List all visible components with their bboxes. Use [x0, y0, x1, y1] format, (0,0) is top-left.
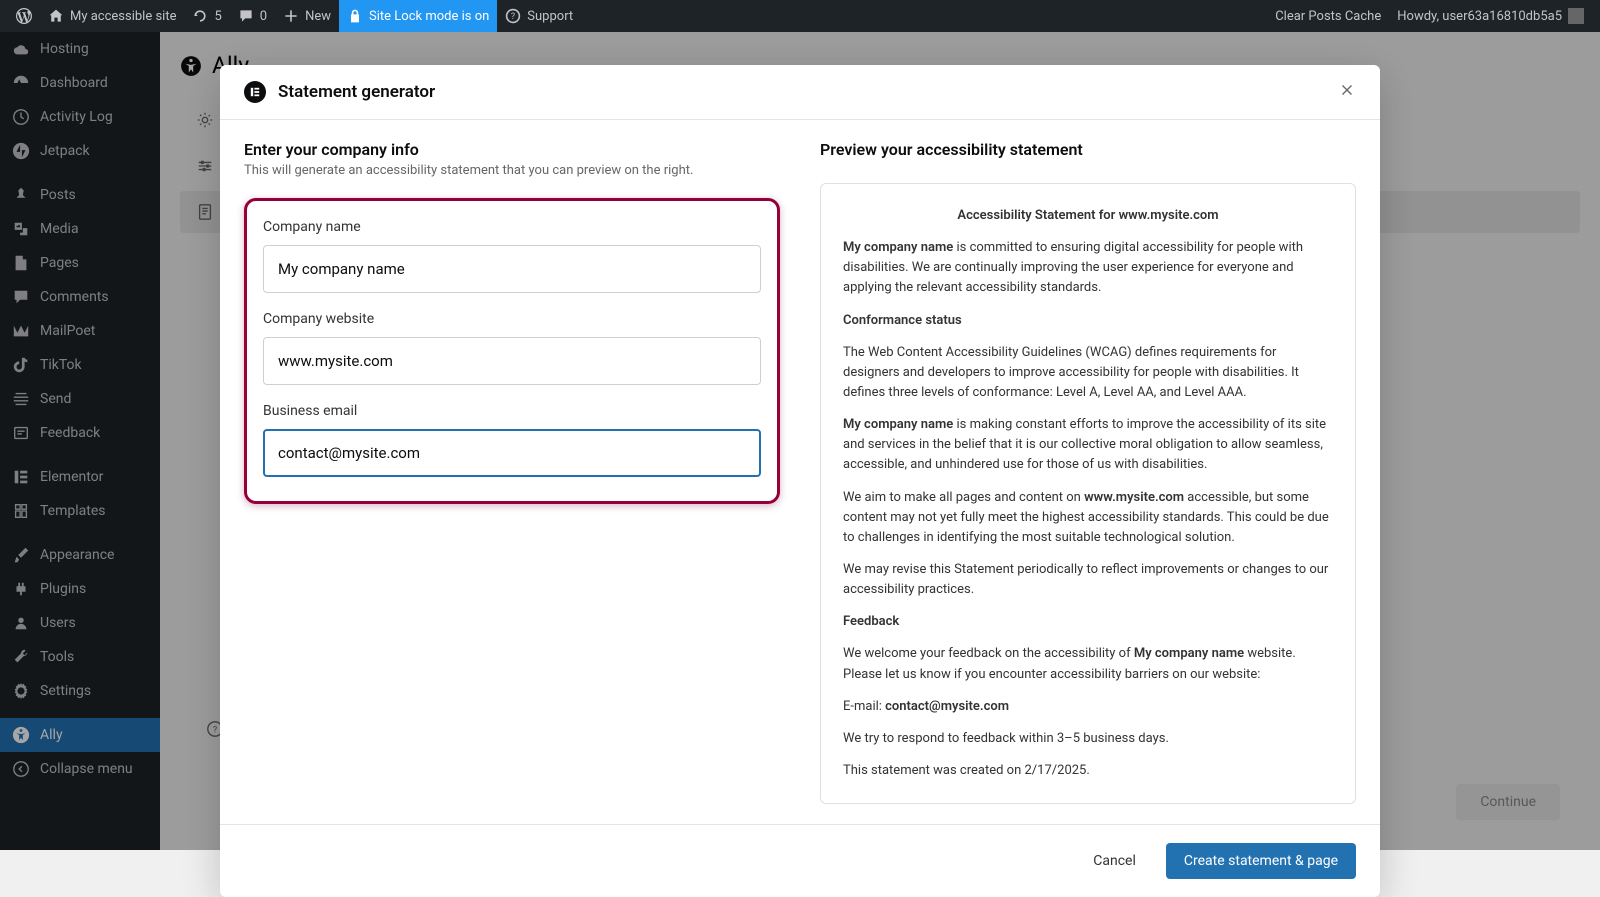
modal-title: Statement generator	[278, 82, 435, 102]
comment-icon	[238, 8, 254, 24]
form-heading: Enter your company info	[244, 140, 780, 159]
preview-statement: Accessibility Statement for www.mysite.c…	[820, 183, 1356, 804]
preview-p5: We may revise this Statement periodicall…	[843, 560, 1333, 600]
avatar	[1568, 8, 1584, 24]
howdy-item[interactable]: Howdy, user63a16810db5a5	[1389, 0, 1592, 32]
business-email-label: Business email	[263, 403, 761, 419]
site-name: My accessible site	[70, 9, 176, 24]
preview-feedback-heading: Feedback	[843, 612, 1333, 632]
preview-p6: We welcome your feedback on the accessib…	[843, 644, 1333, 684]
close-button[interactable]	[1338, 81, 1356, 103]
comments-count: 0	[260, 9, 267, 24]
new-item[interactable]: New	[275, 0, 339, 32]
company-name-input[interactable]	[263, 245, 761, 293]
support-label: Support	[527, 9, 573, 24]
preview-p1: My company name is committed to ensuring…	[843, 238, 1333, 298]
support-item[interactable]: ? Support	[497, 0, 581, 32]
form-subheading: This will generate an accessibility stat…	[244, 163, 780, 178]
modal-header: Statement generator	[220, 65, 1380, 120]
preview-p4: We aim to make all pages and content on …	[843, 488, 1333, 548]
lock-mode-item[interactable]: Site Lock mode is on	[339, 0, 497, 32]
wp-logo[interactable]	[8, 0, 40, 32]
admin-bar: My accessible site 5 0 New Site Lock mod…	[0, 0, 1600, 32]
preview-p8: We try to respond to feedback within 3–5…	[843, 729, 1333, 749]
plus-icon	[283, 8, 299, 24]
svg-text:?: ?	[511, 12, 515, 22]
preview-conformance-heading: Conformance status	[843, 311, 1333, 331]
site-name-item[interactable]: My accessible site	[40, 0, 184, 32]
preview-p3: My company name is making constant effor…	[843, 415, 1333, 475]
clear-cache-item[interactable]: Clear Posts Cache	[1267, 0, 1389, 32]
preview-p7: E-mail: contact@mysite.com	[843, 697, 1333, 717]
close-icon	[1338, 81, 1356, 99]
home-icon	[48, 8, 64, 24]
lock-label: Site Lock mode is on	[369, 9, 489, 24]
lock-icon	[347, 8, 363, 24]
form-column: Enter your company info This will genera…	[244, 140, 780, 804]
statement-generator-modal: Statement generator Enter your company i…	[220, 65, 1380, 897]
company-website-label: Company website	[263, 311, 761, 327]
preview-p2: The Web Content Accessibility Guidelines…	[843, 343, 1333, 403]
help-icon: ?	[505, 8, 521, 24]
new-label: New	[305, 9, 331, 24]
preview-p9: This statement was created on 2/17/2025.	[843, 761, 1333, 781]
create-statement-button[interactable]: Create statement & page	[1166, 843, 1356, 879]
preview-heading: Preview your accessibility statement	[820, 140, 1356, 159]
form-highlight-box: Company name Company website Business em…	[244, 198, 780, 504]
company-website-input[interactable]	[263, 337, 761, 385]
refresh-icon	[192, 8, 208, 24]
modal-footer: Cancel Create statement & page	[220, 824, 1380, 897]
business-email-input[interactable]	[263, 429, 761, 477]
comments-item[interactable]: 0	[230, 0, 275, 32]
elementor-logo-icon	[244, 81, 266, 103]
company-name-label: Company name	[263, 219, 761, 235]
wordpress-icon	[16, 8, 32, 24]
refresh-count: 5	[214, 9, 221, 24]
refresh-item[interactable]: 5	[184, 0, 229, 32]
preview-column: Preview your accessibility statement Acc…	[820, 140, 1356, 804]
preview-title: Accessibility Statement for www.mysite.c…	[843, 206, 1333, 226]
